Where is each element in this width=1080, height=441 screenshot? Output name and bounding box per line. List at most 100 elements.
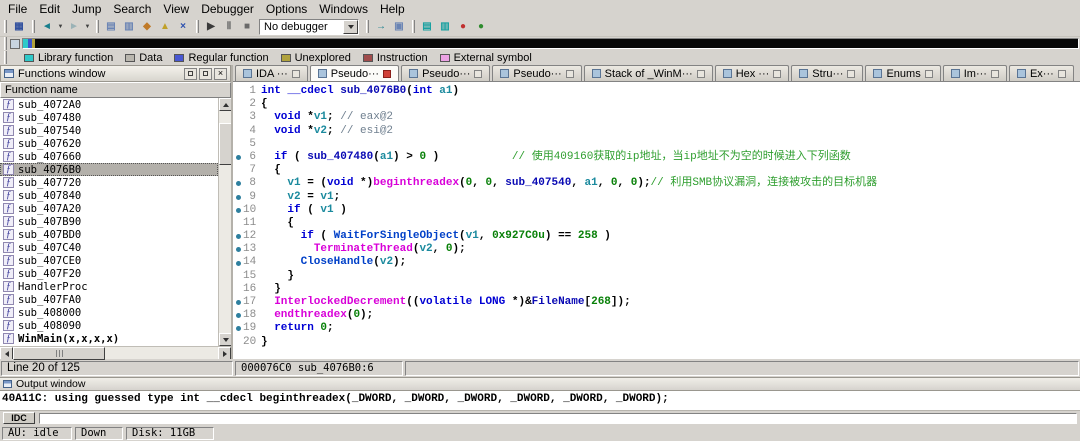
function-list-item[interactable]: ƒsub_407B90 [0, 215, 218, 228]
hscroll-track[interactable] [13, 347, 218, 359]
scroll-down-icon[interactable] [219, 333, 231, 346]
back-history-icon[interactable]: ▼ [56, 19, 65, 35]
tab-pseudo[interactable]: Pseudo··· [401, 65, 490, 81]
navband-grip[interactable] [4, 37, 7, 50]
function-list-item[interactable]: ƒsub_407840 [0, 189, 218, 202]
code-line[interactable]: 15 } [233, 270, 1080, 283]
names-window-icon[interactable]: ▥ [120, 19, 138, 35]
float-window-icon[interactable] [184, 68, 197, 80]
navigation-band[interactable] [22, 38, 1079, 49]
enums-toolbar-icon[interactable]: ▥ [436, 19, 454, 35]
dock-tab-icon[interactable] [991, 70, 999, 78]
dock-tab-icon[interactable] [925, 70, 933, 78]
function-list-item[interactable]: ƒsub_407A20 [0, 202, 218, 215]
function-list-item[interactable]: ƒsub_408000 [0, 306, 218, 319]
vscroll-thumb[interactable] [219, 123, 231, 165]
function-list-item[interactable]: ƒsub_407720 [0, 176, 218, 189]
code-line[interactable]: 16 } [233, 283, 1080, 296]
hscroll-thumb[interactable] [13, 347, 105, 360]
menu-windows[interactable]: Windows [313, 1, 374, 17]
save-icon[interactable]: ▦ [10, 19, 28, 35]
debugger-run-icon[interactable]: ▶ [202, 19, 220, 35]
code-line[interactable]: 5 [233, 138, 1080, 151]
function-list-item[interactable]: ƒsub_407F20 [0, 267, 218, 280]
functions-hscrollbar[interactable] [0, 346, 231, 359]
tab-ex[interactable]: Ex··· [1009, 65, 1074, 81]
code-line[interactable]: 11 { [233, 217, 1080, 230]
tab-ida[interactable]: IDA ··· [235, 65, 308, 81]
code-line[interactable]: 7 { [233, 164, 1080, 177]
menu-file[interactable]: File [2, 1, 33, 17]
menu-help[interactable]: Help [374, 1, 411, 17]
windows-list-icon[interactable]: ▣ [390, 19, 408, 35]
function-list-item[interactable]: ƒsub_407480 [0, 111, 218, 124]
menu-debugger[interactable]: Debugger [195, 1, 260, 17]
legend-grip[interactable] [4, 51, 7, 64]
dock-tab-icon[interactable] [292, 70, 300, 78]
menu-options[interactable]: Options [260, 1, 313, 17]
code-line[interactable]: 14 CloseHandle(v2); [233, 256, 1080, 269]
forward-history-icon[interactable]: ▼ [83, 19, 92, 35]
code-line[interactable]: 10 if ( v1 ) [233, 204, 1080, 217]
menu-jump[interactable]: Jump [66, 1, 107, 17]
tab-pseudo[interactable]: Pseudo··· [310, 65, 399, 82]
code-line[interactable]: 20} [233, 336, 1080, 349]
navigate-forward-icon[interactable]: ► [65, 19, 83, 35]
pseudocode-view[interactable]: 1int __cdecl sub_4076B0(int a1)2{3 void … [233, 82, 1080, 359]
debugger-stop-icon[interactable]: ■ [238, 19, 256, 35]
dock-tab-icon[interactable] [697, 70, 705, 78]
navigate-back-icon[interactable]: ◄ [38, 19, 56, 35]
function-list-item[interactable]: ƒsub_407FA0 [0, 293, 218, 306]
functions-list-icon[interactable]: ▤ [102, 19, 120, 35]
function-list-item[interactable]: ƒsub_407CE0 [0, 254, 218, 267]
tab-im[interactable]: Im··· [943, 65, 1007, 81]
code-line[interactable]: 6 if ( sub_407480(a1) > 0 ) // 使用409160获… [233, 151, 1080, 164]
reanalyze-icon[interactable]: ▲ [156, 19, 174, 35]
debugger-select[interactable]: No debugger [259, 19, 359, 35]
tab-hex[interactable]: Hex ··· [715, 65, 790, 81]
menu-edit[interactable]: Edit [33, 1, 66, 17]
debugger-select-dropdown-icon[interactable] [343, 20, 358, 34]
code-line[interactable]: 4 void *v2; // esi@2 [233, 125, 1080, 138]
code-line[interactable]: 18 endthreadex(0); [233, 309, 1080, 322]
dock-tab-icon[interactable] [566, 70, 574, 78]
tab-stack-of-winm[interactable]: Stack of _WinM··· [584, 65, 713, 81]
debugger-pause-icon[interactable]: Ⅱ [220, 19, 238, 35]
function-list-item[interactable]: ƒWinMain(x,x,x,x) [0, 332, 218, 345]
cli-language-button[interactable]: IDC [3, 412, 35, 424]
code-line[interactable]: 2{ [233, 98, 1080, 111]
function-list-item[interactable]: ƒsub_407C40 [0, 241, 218, 254]
close-tab-icon[interactable] [383, 70, 391, 78]
functions-vscrollbar[interactable] [218, 98, 231, 346]
navband-zoom-icon[interactable] [10, 39, 20, 49]
function-list-item[interactable]: ƒsub_408090 [0, 319, 218, 332]
menu-search[interactable]: Search [107, 1, 157, 17]
code-line[interactable]: 13 TerminateThread(v2, 0); [233, 243, 1080, 256]
function-name-column-header[interactable]: Function name [0, 82, 231, 98]
stop-analysis-icon[interactable]: × [174, 19, 192, 35]
function-list-item[interactable]: ƒHandlerProc [0, 280, 218, 293]
function-list-item[interactable]: ƒsub_407BD0 [0, 228, 218, 241]
function-list-item[interactable]: ƒsub_407620 [0, 137, 218, 150]
code-line[interactable]: 19 return 0; [233, 322, 1080, 335]
scroll-up-icon[interactable] [219, 98, 231, 111]
maximize-window-icon[interactable] [199, 68, 212, 80]
code-line[interactable]: 1int __cdecl sub_4076B0(int a1) [233, 85, 1080, 98]
command-line-input[interactable] [39, 413, 1077, 424]
breakpoints-icon[interactable]: ● [454, 19, 472, 35]
tab-enums[interactable]: Enums [865, 65, 940, 81]
watches-icon[interactable]: ● [472, 19, 490, 35]
menu-view[interactable]: View [157, 1, 195, 17]
dock-tab-icon[interactable] [1058, 70, 1066, 78]
tab-stru[interactable]: Stru··· [791, 65, 863, 81]
tab-pseudo[interactable]: Pseudo··· [492, 65, 581, 81]
vscroll-track[interactable] [219, 111, 231, 333]
code-line[interactable]: 12 if ( WaitForSingleObject(v1, 0x927C0u… [233, 230, 1080, 243]
function-list-item[interactable]: ƒsub_4076B0 [0, 163, 218, 176]
output-window[interactable]: 40A11C: using guessed type int __cdecl b… [0, 391, 1080, 410]
code-line[interactable]: 9 v2 = v1; [233, 191, 1080, 204]
close-window-icon[interactable]: × [214, 68, 227, 80]
structures-toolbar-icon[interactable]: ▤ [418, 19, 436, 35]
dock-tab-icon[interactable] [847, 70, 855, 78]
code-line[interactable]: 8 v1 = (void *)beginthreadex(0, 0, sub_4… [233, 177, 1080, 190]
